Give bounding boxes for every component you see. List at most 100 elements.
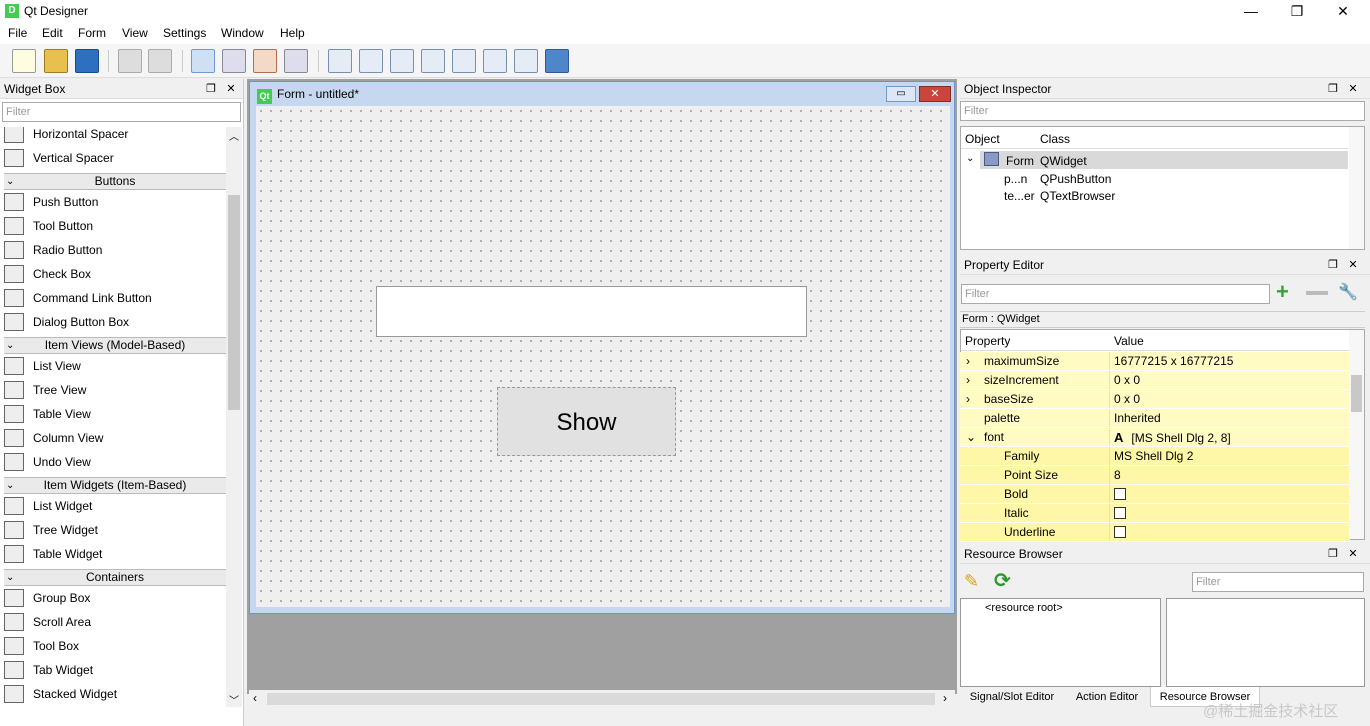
column-value[interactable]: Value [1114, 334, 1144, 348]
object-tree-scrollbar[interactable] [1349, 127, 1364, 249]
widget-item[interactable]: Tab Widget [4, 658, 226, 682]
widget-item[interactable]: Check Box [4, 262, 226, 286]
collapse-chevron-icon[interactable]: ⌄ [6, 570, 14, 585]
resource-filter-input[interactable]: Filter [1192, 572, 1364, 592]
widget-category[interactable]: ⌄ Item Widgets (Item-Based) [4, 477, 226, 494]
widget-item[interactable]: Push Button [4, 190, 226, 214]
widget-category[interactable]: ⌄ Containers [4, 569, 226, 586]
property-row[interactable]: › maximumSize 16777215 x 16777215 [960, 352, 1350, 371]
property-value[interactable]: A [MS Shell Dlg 2, 8] [1110, 428, 1350, 446]
property-value[interactable]: Inherited [1110, 409, 1350, 427]
property-row[interactable]: Italic [960, 504, 1350, 523]
tab-signal-slot-editor[interactable]: Signal/Slot Editor [960, 687, 1064, 707]
widget-item[interactable]: Command Link Button [4, 286, 226, 310]
close-dock-icon[interactable]: ✕ [1346, 547, 1360, 561]
open-file-icon[interactable] [44, 49, 68, 73]
widget-item[interactable]: List View [4, 354, 226, 378]
menu-view[interactable]: View [122, 26, 148, 40]
save-icon[interactable] [75, 49, 99, 73]
close-dock-icon[interactable]: ✕ [224, 82, 238, 96]
checkbox[interactable] [1114, 507, 1126, 519]
collapse-chevron-icon[interactable]: ⌄ [6, 174, 14, 189]
widget-item[interactable]: Radio Button [4, 238, 226, 262]
layout-grid-icon[interactable] [483, 49, 507, 73]
float-dock-icon[interactable]: ❐ [1326, 547, 1340, 561]
expand-chevron-icon[interactable]: › [966, 371, 970, 390]
scroll-up-arrow-icon[interactable]: ︿ [229, 128, 239, 143]
remove-property-icon[interactable] [1306, 291, 1328, 295]
maximize-button[interactable]: ❐ [1274, 0, 1320, 22]
property-row[interactable]: Bold [960, 485, 1350, 504]
object-class[interactable]: QTextBrowser [1040, 189, 1115, 203]
scroll-down-arrow-icon[interactable]: ﹀ [229, 692, 239, 707]
menu-settings[interactable]: Settings [163, 26, 206, 40]
layout-horizontal-icon[interactable] [328, 49, 352, 73]
menu-help[interactable]: Help [280, 26, 305, 40]
float-dock-icon[interactable]: ❐ [1326, 82, 1340, 96]
property-value[interactable]: 16777215 x 16777215 [1110, 352, 1350, 370]
object-name[interactable]: p...n [1004, 172, 1027, 186]
checkbox[interactable] [1114, 488, 1126, 500]
property-row[interactable]: › sizeIncrement 0 x 0 [960, 371, 1350, 390]
widget-item[interactable]: Stacked Widget [4, 682, 226, 706]
property-value[interactable] [1110, 523, 1350, 541]
reload-icon[interactable]: ⟳ [994, 569, 1018, 593]
mdi-scroll-thumb[interactable] [267, 693, 935, 705]
property-row[interactable]: Family MS Shell Dlg 2 [960, 447, 1350, 466]
property-row[interactable]: Point Size 8 [960, 466, 1350, 485]
layout-vertical-icon[interactable] [359, 49, 383, 73]
widget-item[interactable]: Group Box [4, 586, 226, 610]
widget-item[interactable]: Tool Box [4, 634, 226, 658]
property-filter-input[interactable]: Filter [961, 284, 1270, 304]
expand-chevron-icon[interactable]: › [966, 390, 970, 409]
menu-window[interactable]: Window [221, 26, 264, 40]
expand-chevron-icon[interactable]: ⌄ [966, 428, 976, 447]
add-property-icon[interactable]: + [1276, 281, 1296, 303]
edit-signals-slots-icon[interactable] [222, 49, 246, 73]
object-name[interactable]: te...er [1004, 189, 1035, 203]
object-class[interactable]: QPushButton [1040, 172, 1111, 186]
configure-wrench-icon[interactable]: 🔧 [1338, 283, 1360, 303]
layout-v-splitter-icon[interactable] [421, 49, 445, 73]
object-class[interactable]: QWidget [1040, 154, 1087, 168]
widget-item[interactable]: Tree View [4, 378, 226, 402]
menu-form[interactable]: Form [78, 26, 106, 40]
property-value[interactable] [1110, 504, 1350, 522]
property-value[interactable]: 0 x 0 [1110, 390, 1350, 408]
object-row-selected[interactable] [980, 151, 1348, 169]
menu-file[interactable]: File [8, 26, 27, 40]
form-close-button[interactable]: ✕ [919, 86, 951, 102]
widget-item[interactable]: Column View [4, 426, 226, 450]
property-scrollbar[interactable] [1349, 330, 1364, 539]
edit-buddies-icon[interactable] [253, 49, 277, 73]
property-row[interactable]: ⌄ font A [MS Shell Dlg 2, 8] [960, 428, 1350, 447]
expand-chevron-icon[interactable]: ⌄ [966, 153, 974, 164]
checkbox[interactable] [1114, 526, 1126, 538]
break-layout-icon[interactable] [514, 49, 538, 73]
widget-item[interactable]: Frame [4, 706, 226, 707]
property-row[interactable]: palette Inherited [960, 409, 1350, 428]
edit-widgets-icon[interactable] [191, 49, 215, 73]
send-to-back-icon[interactable] [118, 49, 142, 73]
show-push-button[interactable]: Show [497, 387, 676, 456]
object-inspector-filter-input[interactable]: Filter [960, 101, 1365, 121]
widget-box-filter-input[interactable]: Filter [2, 102, 241, 122]
close-button[interactable]: ✕ [1320, 0, 1366, 22]
close-dock-icon[interactable]: ✕ [1346, 258, 1360, 272]
widget-box-scroll-thumb[interactable] [228, 195, 240, 410]
scroll-right-arrow-icon[interactable]: › [943, 691, 947, 705]
widget-item[interactable]: Horizontal Spacer [4, 127, 226, 146]
widget-item[interactable]: Dialog Button Box [4, 310, 226, 334]
property-value[interactable]: MS Shell Dlg 2 [1110, 447, 1350, 465]
edit-tab-order-icon[interactable] [284, 49, 308, 73]
column-object[interactable]: Object [965, 132, 1000, 146]
column-property[interactable]: Property [965, 334, 1010, 348]
resource-root-item[interactable]: <resource root> [985, 602, 1063, 614]
expand-chevron-icon[interactable]: › [966, 352, 970, 371]
widget-item[interactable]: Table Widget [4, 542, 226, 566]
mdi-horizontal-scrollbar[interactable]: ‹ › [249, 690, 955, 708]
layout-form-icon[interactable] [452, 49, 476, 73]
column-class[interactable]: Class [1040, 132, 1070, 146]
object-name[interactable]: Form [1006, 154, 1034, 168]
collapse-chevron-icon[interactable]: ⌄ [6, 338, 14, 353]
